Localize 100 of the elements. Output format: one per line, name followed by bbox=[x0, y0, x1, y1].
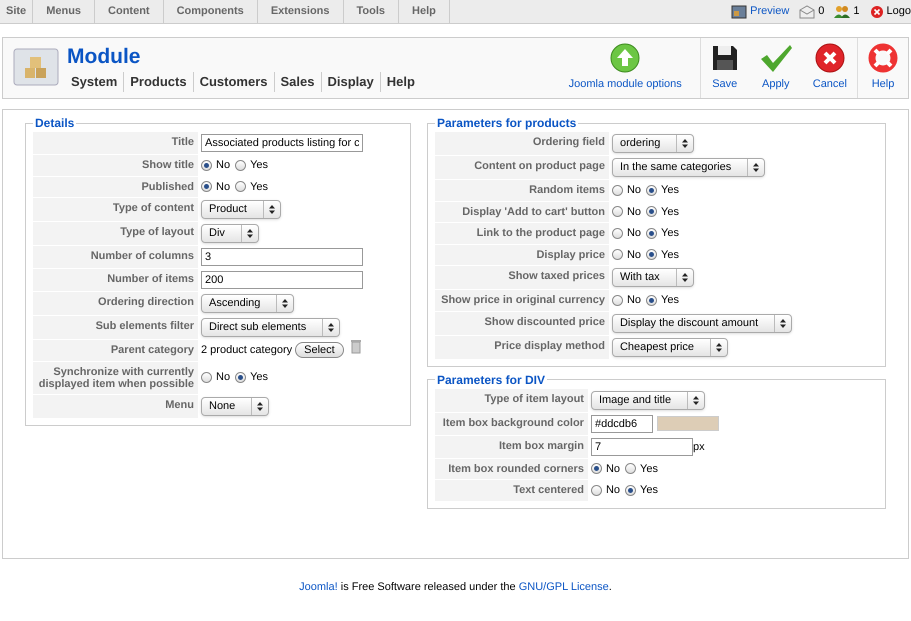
radio-button[interactable] bbox=[201, 372, 212, 383]
select-arrows-icon bbox=[753, 163, 760, 172]
menu-item[interactable]: Tools bbox=[344, 0, 400, 23]
radio-label: No bbox=[626, 204, 642, 220]
section-title: Parameters for DIV bbox=[436, 372, 546, 388]
field-label: Display price bbox=[434, 244, 609, 265]
radio-button[interactable] bbox=[646, 206, 658, 218]
radio-button[interactable] bbox=[612, 206, 623, 218]
radio-label: Yes bbox=[661, 226, 679, 241]
menu-item[interactable]: Extensions bbox=[258, 0, 344, 23]
text-field[interactable]: Associated products listing for c bbox=[201, 134, 363, 152]
field-label: Item box rounded corners bbox=[434, 458, 588, 479]
field-label: Type of item layout bbox=[434, 388, 588, 412]
radio-button[interactable] bbox=[590, 484, 602, 496]
logout-icon bbox=[870, 4, 884, 18]
menu-item[interactable]: Site bbox=[0, 0, 34, 23]
radio-button[interactable] bbox=[612, 184, 623, 196]
toolbar-button[interactable]: Save bbox=[700, 38, 749, 98]
dropdown[interactable]: ordering bbox=[612, 134, 694, 153]
select-arrows-icon bbox=[693, 396, 700, 404]
cancel-icon bbox=[814, 43, 845, 74]
toolbar-button[interactable]: Cancel bbox=[802, 38, 857, 98]
field-label: Show title bbox=[33, 155, 198, 176]
trash-icon[interactable] bbox=[350, 340, 361, 354]
radio-button[interactable] bbox=[646, 249, 658, 260]
radio-button[interactable] bbox=[235, 372, 246, 383]
nav-link[interactable]: Sales bbox=[274, 72, 320, 92]
section-title: Parameters for products bbox=[436, 115, 578, 132]
field-label: Number of columns bbox=[33, 246, 198, 268]
select-button[interactable]: Select bbox=[295, 342, 344, 358]
menu-item[interactable]: Content bbox=[95, 0, 164, 23]
field-label: Title bbox=[33, 132, 198, 154]
users-icon bbox=[834, 4, 850, 18]
radio-button[interactable] bbox=[235, 160, 246, 171]
radio-button[interactable] bbox=[625, 463, 636, 474]
logout-link[interactable]: Logo bbox=[886, 3, 911, 20]
count-label: 0 bbox=[818, 4, 824, 20]
text-field[interactable]: 3 bbox=[201, 248, 363, 266]
toolbar-button[interactable]: Help bbox=[857, 38, 908, 98]
field-label: Published bbox=[33, 176, 198, 197]
field-label: Item box background color bbox=[434, 412, 588, 434]
radio-label: Yes bbox=[250, 370, 268, 386]
unit-label: px bbox=[692, 440, 705, 455]
nav-link[interactable]: Products bbox=[123, 72, 193, 92]
dropdown[interactable]: Ascending bbox=[201, 294, 294, 313]
select-arrows-icon bbox=[268, 205, 275, 214]
nav-link[interactable]: Customers bbox=[192, 72, 274, 92]
color-field[interactable]: #ddcdb6 bbox=[590, 414, 653, 432]
dropdown[interactable]: Cheapest price bbox=[612, 338, 728, 356]
dropdown[interactable]: With tax bbox=[612, 268, 694, 287]
menu-item[interactable]: Menus bbox=[33, 0, 96, 23]
field-label: Number of items bbox=[33, 269, 198, 291]
toolbar-button[interactable]: Apply bbox=[748, 38, 803, 98]
field-label: Ordering field bbox=[434, 132, 609, 155]
color-swatch[interactable] bbox=[656, 416, 719, 431]
count-label: 1 bbox=[853, 4, 860, 20]
radio-button[interactable] bbox=[201, 160, 212, 171]
field-label: Parent category bbox=[33, 340, 198, 360]
radio-button[interactable] bbox=[612, 228, 623, 239]
field-label: Menu bbox=[33, 394, 198, 418]
dropdown[interactable]: Product bbox=[201, 200, 281, 219]
preview-link[interactable]: Preview bbox=[750, 3, 790, 20]
envelope-icon bbox=[799, 4, 816, 18]
radio-button[interactable] bbox=[235, 181, 246, 192]
menu-item[interactable]: Help bbox=[399, 0, 450, 23]
select-arrows-icon bbox=[682, 273, 688, 282]
joomla-link[interactable]: Joomla! bbox=[299, 581, 338, 593]
field-label: Type of layout bbox=[33, 222, 198, 245]
dropdown[interactable]: In the same categories bbox=[612, 158, 766, 177]
radio-label: No bbox=[626, 248, 642, 262]
footer-text: Joomla! is Free Software released under the GNU/GPL License. bbox=[298, 580, 613, 595]
dropdown[interactable]: Display the discount amount bbox=[612, 314, 792, 332]
radio-label: Yes bbox=[661, 183, 679, 198]
license-link[interactable]: GNU/GPL License bbox=[518, 581, 609, 593]
toolbar-button[interactable]: Joomla module options bbox=[558, 38, 692, 98]
radio-label: No bbox=[626, 293, 642, 308]
select-arrows-icon bbox=[328, 323, 334, 332]
dropdown[interactable]: Image and title bbox=[590, 390, 706, 410]
text-field[interactable]: 7 bbox=[590, 438, 693, 456]
nav-link[interactable]: Help bbox=[380, 72, 421, 92]
radio-button[interactable] bbox=[612, 294, 623, 306]
dropdown[interactable]: None bbox=[201, 396, 270, 416]
select-arrows-icon bbox=[257, 402, 264, 410]
radio-button[interactable] bbox=[590, 463, 602, 474]
radio-label: Yes bbox=[661, 248, 679, 262]
dropdown[interactable]: Div bbox=[201, 224, 259, 243]
radio-button[interactable] bbox=[625, 484, 636, 496]
menu-item[interactable]: Components bbox=[164, 0, 258, 23]
radio-button[interactable] bbox=[646, 294, 658, 306]
field-label: Show discounted price bbox=[434, 312, 609, 334]
text-field[interactable]: 200 bbox=[201, 271, 363, 289]
dropdown[interactable]: Direct sub elements bbox=[201, 318, 340, 337]
radio-label: No bbox=[606, 483, 620, 498]
nav-link[interactable]: System bbox=[67, 72, 124, 92]
radio-button[interactable] bbox=[646, 228, 658, 239]
radio-button[interactable] bbox=[612, 249, 623, 260]
nav-link[interactable]: Display bbox=[320, 72, 380, 92]
radio-button[interactable] bbox=[646, 184, 658, 196]
radio-button[interactable] bbox=[201, 181, 212, 192]
field-label: Ordering direction bbox=[33, 292, 198, 315]
